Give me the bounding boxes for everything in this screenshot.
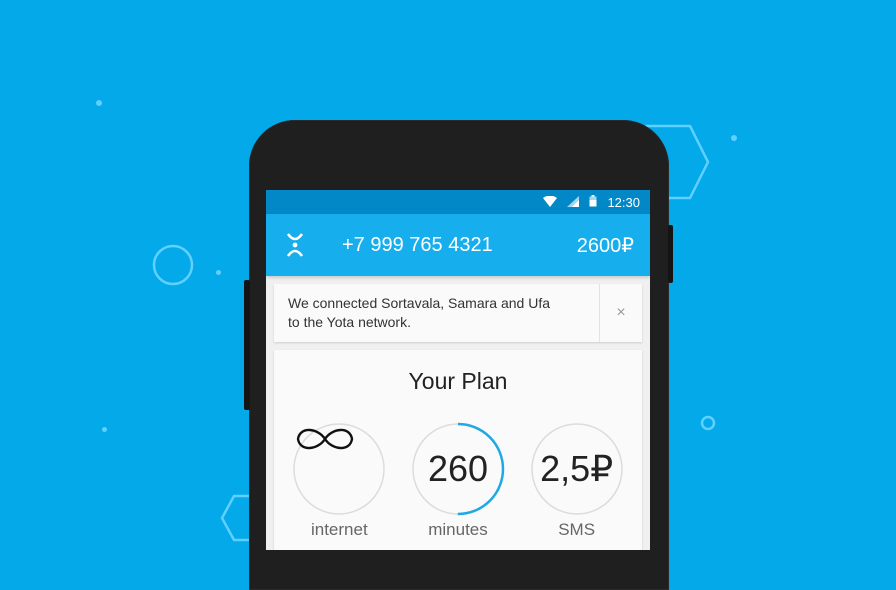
infinity-icon [292, 422, 386, 516]
background-dot [731, 135, 737, 141]
plan-title: Your Plan [408, 368, 508, 394]
status-time: 12:30 [607, 194, 640, 210]
minutes-value: 260 [427, 448, 489, 489]
battery-icon [589, 194, 597, 210]
wifi-icon [543, 195, 558, 210]
app-bar: +7 999 765 4321 2600₽ [266, 214, 650, 276]
background-circle-shape [700, 415, 716, 431]
background-dot [102, 427, 107, 432]
minutes-ring: 260 [411, 422, 505, 516]
plan-item-minutes[interactable]: 260 minutes [408, 422, 508, 540]
background-circle-shape [152, 244, 194, 286]
signal-icon [567, 195, 580, 210]
plan-item-sms[interactable]: 2,5₽ SMS [527, 422, 627, 540]
internet-ring [292, 422, 386, 516]
account-balance[interactable]: 2600₽ [577, 233, 634, 258]
plan-item-label: minutes [428, 520, 488, 539]
notification-message: We connected Sortavala, Samara and Ufa t… [288, 295, 551, 330]
background-dot [216, 270, 221, 275]
phone-number: +7 999 765 4321 [342, 233, 493, 256]
phone-screen: 12:30 +7 999 765 4321 2600₽ We connected… [266, 190, 650, 550]
plan-item-label: internet [310, 520, 368, 539]
status-bar: 12:30 [266, 190, 650, 214]
close-icon[interactable]: × [599, 284, 642, 342]
phone-side-button [668, 225, 673, 283]
yota-logo-icon[interactable] [286, 231, 306, 259]
plan-item-internet[interactable]: internet [289, 422, 389, 540]
notification-card: We connected Sortavala, Samara and Ufa t… [274, 284, 642, 342]
sms-value: 2,5₽ [540, 448, 614, 489]
sms-ring: 2,5₽ [530, 422, 624, 516]
plan-item-label: SMS [558, 520, 596, 539]
phone-side-button [244, 280, 250, 410]
plan-card: Your Plan internet 260 minutes 2,5₽ SMS [274, 350, 642, 550]
background-dot [96, 100, 102, 106]
